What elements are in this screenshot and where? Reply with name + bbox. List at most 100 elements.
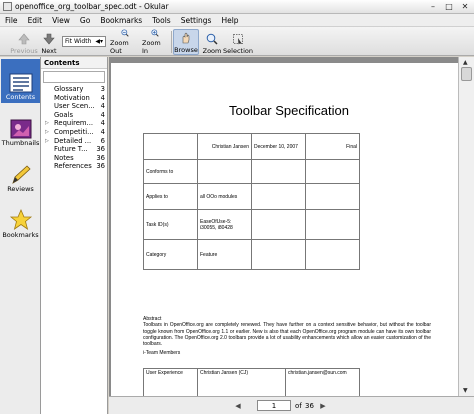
document-page: Toolbar Specification Christian Jansen D…	[111, 63, 461, 399]
table-cell: Category	[143, 239, 198, 270]
browse-label: Browse	[174, 46, 198, 54]
previous-button[interactable]: Previous	[10, 29, 38, 55]
list-item[interactable]: Notes 36	[41, 154, 107, 163]
menu-bookmarks[interactable]: Bookmarks	[95, 16, 147, 25]
sidebar-item-thumbnails[interactable]: Thumbnails	[1, 105, 40, 149]
next-page-icon[interactable]: ▶	[317, 400, 329, 412]
previous-label: Previous	[10, 47, 38, 55]
list-item[interactable]: ▷ Requirem... 4	[41, 119, 107, 128]
table-cell	[143, 133, 198, 160]
page-number-input[interactable]: 1	[257, 400, 291, 411]
bookmarks-icon	[9, 209, 32, 230]
table-cell	[251, 183, 306, 210]
selection-label: Selection	[223, 47, 253, 55]
selection-icon	[233, 34, 243, 45]
table-cell: Conforms to	[143, 159, 198, 184]
zoom-in-button[interactable]: Zoom In	[142, 29, 168, 55]
zoom-label: Zoom	[202, 47, 222, 55]
table-cell: christian.jansen@sun.com	[285, 368, 360, 399]
menu-help[interactable]: Help	[216, 16, 243, 25]
menu-edit[interactable]: Edit	[23, 16, 48, 25]
contents-header: Contents	[41, 57, 107, 69]
list-item[interactable]: References 36	[41, 162, 107, 171]
minimize-button[interactable]: –	[426, 1, 440, 12]
sidebar-item-label: Bookmarks	[2, 231, 39, 239]
menu-view[interactable]: View	[47, 16, 75, 25]
document-viewer[interactable]: Toolbar Specification Christian Jansen D…	[109, 57, 474, 399]
table-cell: Feature	[197, 239, 252, 270]
previous-page-icon[interactable]: ◀	[232, 400, 244, 412]
abstract-section: Abstract Toolbars in OpenOffice.org are …	[143, 316, 431, 357]
contents-search-input[interactable]	[43, 71, 105, 83]
total-pages: 36	[305, 402, 314, 410]
table-cell: EaseOfUse-5: i30055, i80428	[197, 209, 252, 240]
table-cell	[305, 159, 360, 184]
zoom-in-label: Zoom In	[142, 39, 161, 55]
expand-arrow-icon[interactable]: ▷	[45, 137, 49, 146]
sidebar-item-label: Contents	[5, 93, 36, 101]
main-toolbar: Previous Next Fit Width ◀▾ Zoom Out Zoom…	[0, 27, 474, 56]
page-navigation-bar: ◀ 1 of 36 ▶	[109, 396, 474, 414]
table-cell	[305, 209, 360, 240]
contents-list: Glossary 3 Motivation 4 User Scen... 4 Goal…	[41, 85, 107, 171]
toolbar-separator	[171, 31, 172, 53]
table-cell: Christian Jansen (CJ)	[197, 368, 286, 399]
zoom-out-icon	[121, 29, 129, 37]
menu-tools[interactable]: Tools	[147, 16, 175, 25]
menu-settings[interactable]: Settings	[176, 16, 217, 25]
zoom-tool-icon	[206, 33, 218, 45]
hand-icon	[182, 32, 190, 44]
table-cell: User Experience	[143, 368, 198, 399]
close-button[interactable]: ✕	[458, 1, 472, 12]
next-label: Next	[41, 47, 57, 55]
list-item[interactable]: Goals 4	[41, 111, 107, 120]
table-cell: Christian Jansen	[197, 133, 252, 160]
list-item[interactable]: User Scen... 4	[41, 102, 107, 111]
list-item[interactable]: ▷ Detailed ... 6	[41, 137, 107, 146]
table-cell	[197, 159, 252, 184]
vertical-scrollbar[interactable]: ▲ ▼	[458, 57, 474, 396]
table-cell	[251, 159, 306, 184]
sidebar-item-contents[interactable]: Contents	[1, 59, 40, 103]
zoom-mode-select[interactable]: Fit Width ◀▾	[62, 36, 106, 47]
list-item[interactable]: Future T... 36	[41, 145, 107, 154]
menu-go[interactable]: Go	[75, 16, 95, 25]
scrollbar-thumb[interactable]	[461, 67, 472, 81]
expand-arrow-icon[interactable]: ▷	[45, 128, 49, 137]
scroll-up-icon[interactable]: ▲	[463, 59, 468, 66]
menu-file[interactable]: File	[0, 16, 23, 25]
selection-tool-button[interactable]: Selection	[223, 29, 253, 55]
table-cell: December 10, 2007	[251, 133, 306, 160]
thumbnails-icon	[10, 119, 31, 139]
zoom-out-label: Zoom Out	[110, 39, 129, 55]
list-item[interactable]: ▷ Competiti... 4	[41, 128, 107, 137]
menu-bar: File Edit View Go Bookmarks Tools Settin…	[0, 14, 474, 27]
maximize-button[interactable]: □	[442, 1, 456, 12]
sidebar-item-reviews[interactable]: Reviews	[1, 151, 40, 195]
table-cell	[251, 209, 306, 240]
table-cell	[251, 239, 306, 270]
table-cell: all OOo modules	[197, 183, 252, 210]
sidebar-item-label: Reviews	[7, 185, 34, 193]
arrow-up-icon	[18, 33, 30, 45]
document-icon	[3, 2, 12, 11]
next-button[interactable]: Next	[39, 29, 59, 55]
zoom-in-icon	[151, 29, 159, 37]
team-table: User Experience Christian Jansen (CJ) ch…	[143, 368, 360, 399]
reviews-icon	[11, 165, 31, 184]
zoom-tool-button[interactable]: Zoom	[202, 29, 222, 55]
list-item[interactable]: Motivation 4	[41, 94, 107, 103]
browse-tool-button[interactable]: Browse	[173, 29, 199, 55]
table-cell	[305, 239, 360, 270]
zoom-mode-value: Fit Width	[65, 38, 92, 45]
scroll-down-icon[interactable]: ▼	[463, 387, 468, 394]
sidebar-item-bookmarks[interactable]: Bookmarks	[1, 197, 40, 241]
sidebar: Contents Thumbnails Reviews Bookmarks	[0, 57, 41, 414]
abstract-text: Toolbars in OpenOffice.org are completel…	[143, 322, 431, 348]
expand-arrow-icon[interactable]: ▷	[45, 119, 49, 128]
window-title: openoffice_org_toolbar_spec.odt - Okular	[15, 2, 169, 11]
team-heading: i-Team Members	[143, 350, 181, 357]
title-bar: openoffice_org_toolbar_spec.odt - Okular…	[0, 0, 474, 14]
zoom-out-button[interactable]: Zoom Out	[110, 29, 140, 55]
list-item[interactable]: Glossary 3	[41, 85, 107, 94]
